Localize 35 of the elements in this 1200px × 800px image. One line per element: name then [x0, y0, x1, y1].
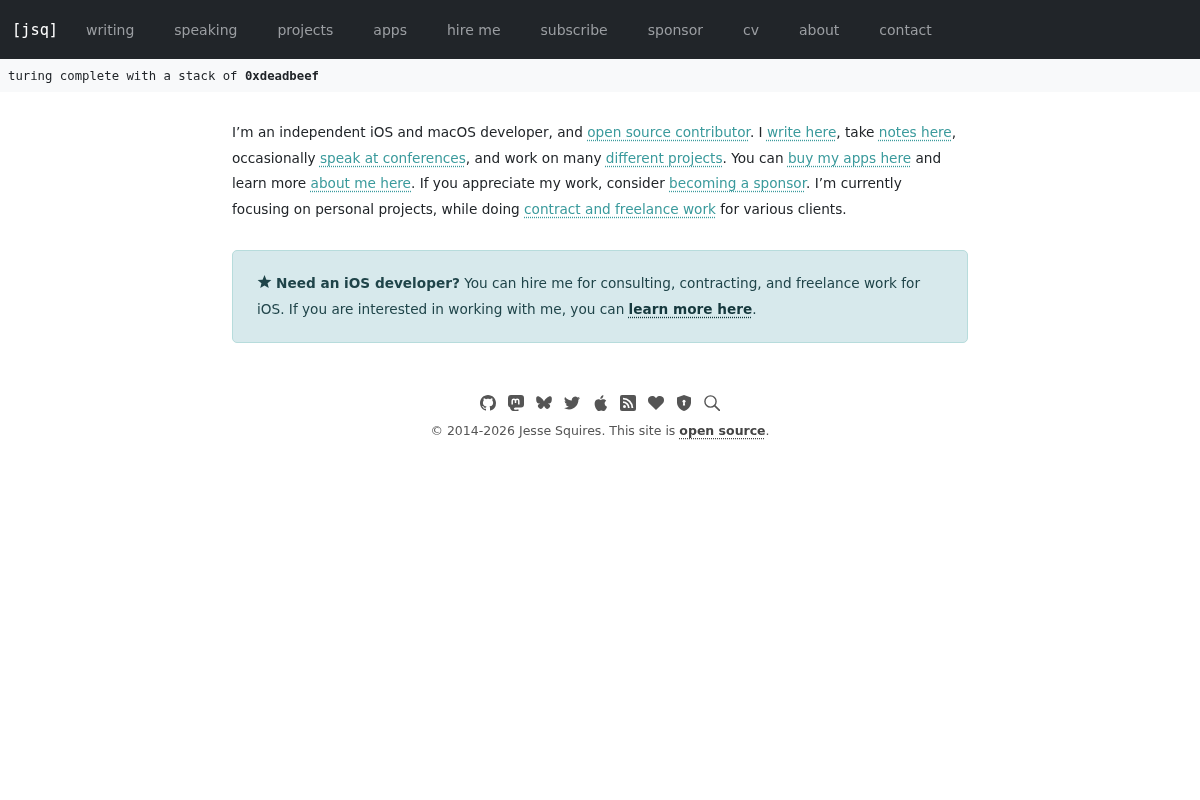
nav-link[interactable]: projects: [257, 21, 354, 38]
site-logo[interactable]: [jsq]: [12, 20, 59, 39]
nav-link[interactable]: hire me: [427, 21, 521, 38]
rss-icon[interactable]: [620, 395, 636, 411]
text-link[interactable]: different projects: [605, 149, 723, 166]
bird-icon[interactable]: [564, 395, 580, 411]
callout-text: Need an iOS developer? You can hire me for consulting, contracting, and freelance work for iOS. If you are interested in working with me, you can learn more here.: [257, 274, 921, 319]
nav-link[interactable]: cv: [722, 21, 779, 38]
text-link[interactable]: notes here: [878, 124, 952, 140]
apple-icon[interactable]: [592, 395, 608, 411]
nav-link[interactable]: sponsor: [627, 21, 723, 38]
text-link[interactable]: open source: [679, 423, 766, 438]
text-link[interactable]: write here: [766, 124, 837, 140]
tagline-text: turing complete with a stack of 0xdeadbeef: [8, 68, 319, 83]
star-icon: [257, 275, 272, 289]
butterfly-icon[interactable]: [536, 395, 552, 411]
nav-link[interactable]: speaking: [154, 21, 258, 38]
intro-paragraph: I’m an independent iOS and macOS developer, and open source contributor. I write here, take notes here, occasionally speak at conferences, and work on many different projects. You can buy my apps here and learn more about me here. If you appreciate my work, consider becoming a sponsor. I’m currently focusing on personal projects, while doing contract and freelance work for various clients.: [232, 123, 958, 219]
nav-link[interactable]: contact: [859, 21, 952, 38]
text-link[interactable]: becoming a sponsor: [669, 175, 806, 191]
heart-icon[interactable]: [648, 395, 664, 411]
text-link[interactable]: speak at conferences: [319, 149, 466, 166]
mastodon-icon[interactable]: [508, 395, 524, 411]
search-icon[interactable]: [704, 395, 720, 411]
nav-link[interactable]: subscribe: [520, 21, 628, 38]
nav-link[interactable]: about: [778, 21, 860, 38]
text-link[interactable]: contract and freelance work: [524, 200, 716, 217]
text-link[interactable]: about me here: [310, 175, 411, 191]
text-link[interactable]: buy my apps here: [787, 149, 912, 166]
text-link[interactable]: open source contributor: [587, 124, 750, 140]
nav-link[interactable]: apps: [353, 21, 427, 38]
shield-icon[interactable]: [676, 395, 692, 411]
nav-link[interactable]: writing: [66, 21, 155, 38]
copyright-text: © 2014-2026 Jesse Squires. This site is open source.: [430, 423, 770, 438]
github-icon[interactable]: [480, 395, 496, 411]
